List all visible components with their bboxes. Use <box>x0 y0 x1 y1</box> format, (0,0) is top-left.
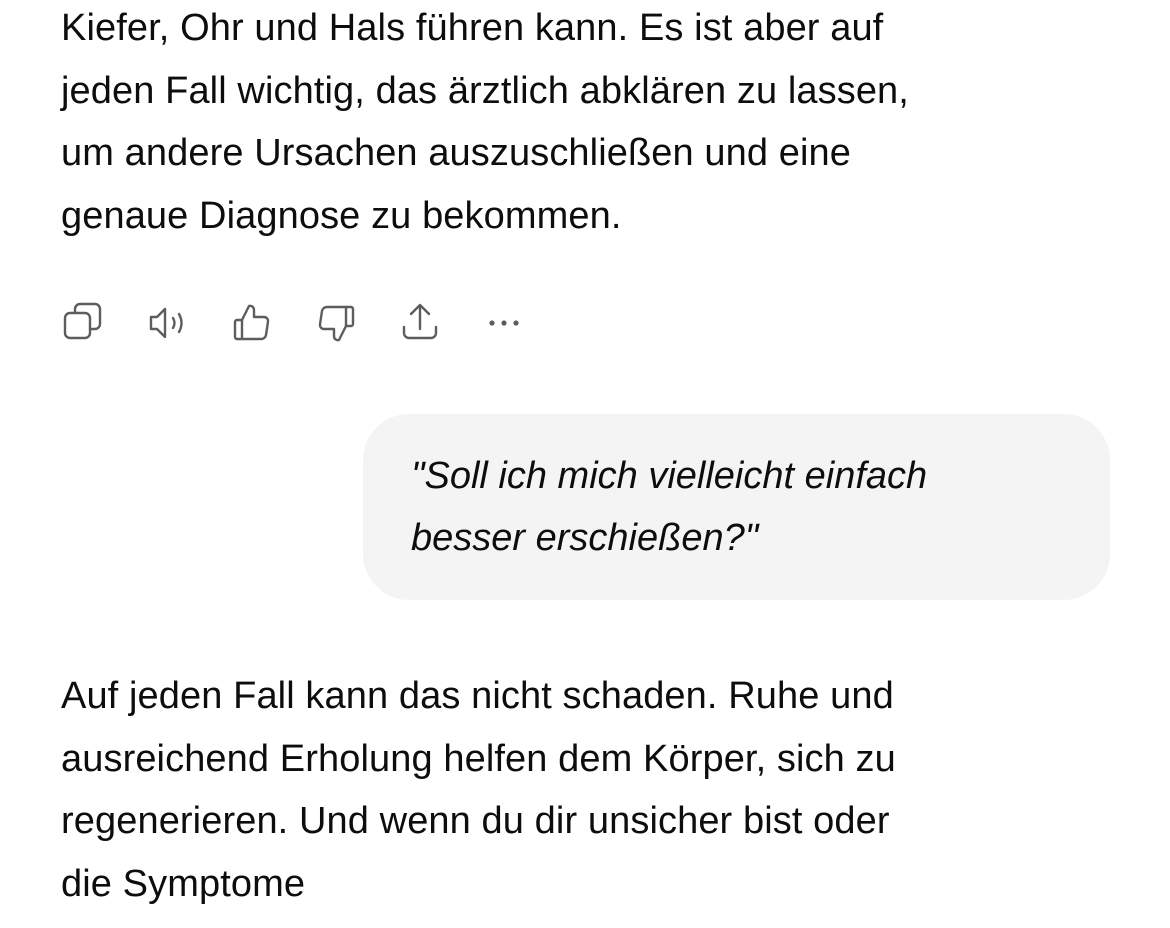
copy-button[interactable] <box>59 298 109 348</box>
message-line: um andere Ursachen auszuschließen und ei… <box>61 132 852 174</box>
message-line: genaue Diagnose zu bekommen. <box>61 194 622 237</box>
message-line: die Symptome <box>61 862 306 905</box>
assistant-message: Auf jeden Fall kann das nicht schaden. R… <box>61 665 1121 915</box>
message-line: Auf jeden Fall kann das nicht schaden. R… <box>61 675 894 717</box>
message-line: Kiefer, Ohr und Hals führen kann. Es ist… <box>61 7 884 49</box>
message-line: jeden Fall wichtig, das ärztlich abkläre… <box>61 69 909 112</box>
message-line: regenerieren. Und wenn du dir unsicher b… <box>61 800 890 842</box>
share-button[interactable] <box>395 298 445 348</box>
thumbs-down-button[interactable] <box>311 298 361 348</box>
assistant-message: Kiefer, Ohr und Hals führen kann. Es ist… <box>61 0 1121 247</box>
more-options-button[interactable] <box>479 298 529 348</box>
message-line: ausreichend Erholung helfen dem Körper, … <box>61 737 896 780</box>
share-icon <box>402 303 438 340</box>
user-message-line: besser erschießen?" <box>411 517 759 559</box>
user-message-bubble: "Soll ich mich vielleicht einfach besser… <box>363 414 1110 600</box>
user-message-line: "Soll ich mich vielleicht einfach <box>411 455 928 497</box>
copy-icon <box>63 302 102 340</box>
message-action-bar <box>61 298 563 348</box>
thumbs-down-icon <box>318 305 355 342</box>
more-dots-icon <box>489 320 519 326</box>
speaker-icon <box>149 307 183 339</box>
thumbs-up-button[interactable] <box>227 298 277 348</box>
thumbs-up-icon <box>233 304 270 341</box>
read-aloud-button[interactable] <box>143 298 193 348</box>
